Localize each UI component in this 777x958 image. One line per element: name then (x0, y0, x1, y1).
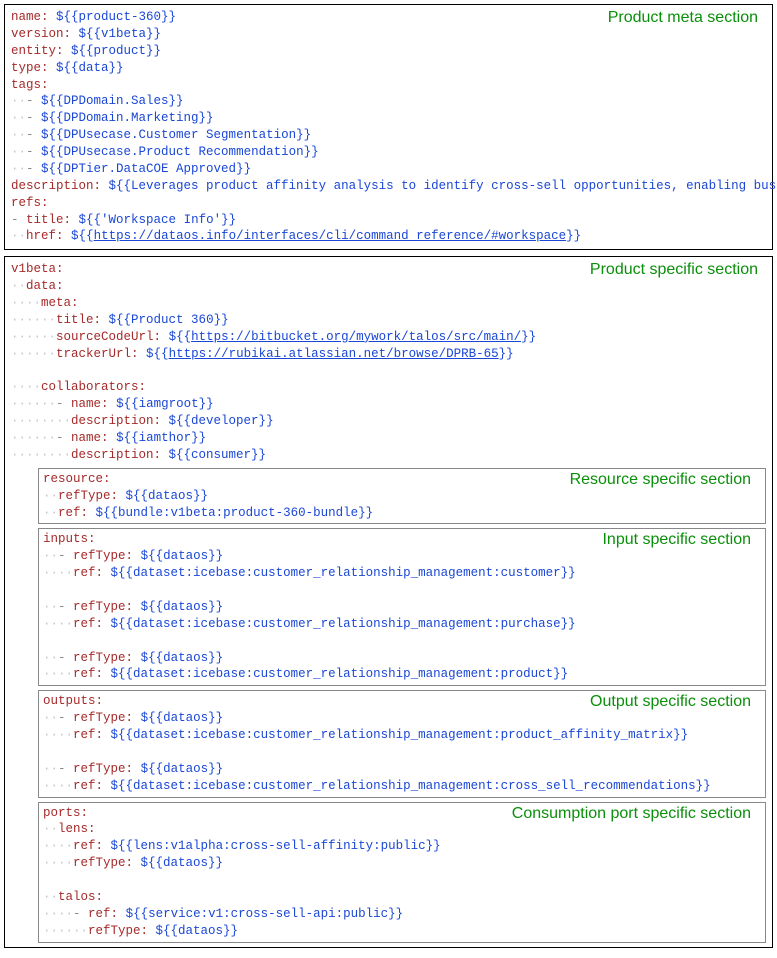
inputs-section: Input specific section inputs: ··- refTy… (38, 528, 766, 686)
specific-section-label: Product specific section (586, 261, 762, 279)
resource-section: Resource specific section resource: ··re… (38, 468, 766, 525)
resource-section-label: Resource specific section (566, 471, 755, 489)
ports-section-label: Consumption port specific section (508, 805, 755, 823)
inputs-section-label: Input specific section (598, 531, 755, 549)
product-meta-section: Product meta section name: ${{product-36… (4, 4, 773, 250)
ports-section: Consumption port specific section ports:… (38, 802, 766, 943)
outputs-section-label: Output specific section (586, 693, 755, 711)
outputs-section: Output specific section outputs: ··- ref… (38, 690, 766, 797)
product-specific-section: Product specific section v1beta: ··data:… (4, 256, 773, 947)
meta-section-label: Product meta section (604, 9, 762, 27)
